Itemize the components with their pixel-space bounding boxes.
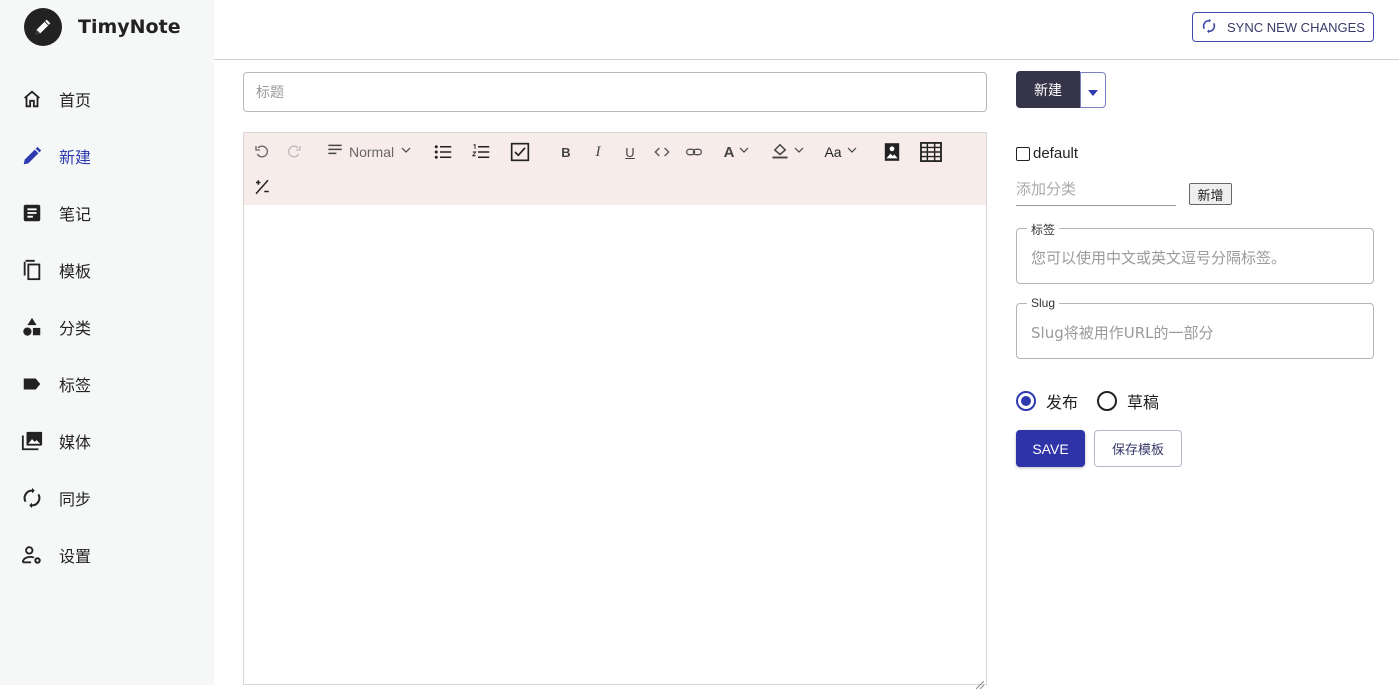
sidebar-item-new[interactable]: 新建 [0, 127, 214, 184]
redo-icon[interactable] [284, 142, 304, 162]
tags-field[interactable]: 标签 您可以使用中文或英文逗号分隔标签。 [1016, 221, 1374, 284]
sidebar-item-categories[interactable]: 分类 [0, 298, 214, 355]
top-bar: SYNC NEW CHANGES [214, 0, 1399, 60]
numbered-list-icon[interactable] [470, 142, 492, 162]
user-settings-icon [20, 543, 44, 567]
chevron-down-icon [793, 144, 805, 160]
title-placeholder: 标题 [256, 85, 284, 101]
sidebar-item-tags[interactable]: 标签 [0, 355, 214, 412]
add-category-button[interactable]: 新增 [1189, 183, 1232, 205]
tags-field-placeholder: 您可以使用中文或英文逗号分隔标签。 [1031, 249, 1287, 267]
resize-handle-icon[interactable] [975, 674, 985, 690]
sidebar-item-label: 首页 [59, 90, 92, 110]
clear-formatting-icon[interactable] [252, 177, 272, 197]
save-template-button[interactable]: 保存模板 [1094, 430, 1182, 467]
sidebar-item-label: 笔记 [59, 204, 92, 224]
checklist-icon[interactable] [509, 141, 531, 163]
chevron-down-icon [846, 144, 858, 160]
new-options-dropdown-button[interactable] [1080, 72, 1106, 108]
category-default-label: default [1033, 145, 1079, 162]
fill-color-icon [771, 141, 789, 163]
block-type-select[interactable]: Normal [327, 142, 419, 162]
chevron-down-icon [400, 144, 412, 160]
sidebar-item-sync[interactable]: 同步 [0, 469, 214, 526]
add-category-input[interactable]: 添加分类 [1016, 178, 1176, 206]
highlight-color-select[interactable] [770, 142, 806, 162]
category-default-row: default [1016, 145, 1078, 162]
paragraph-icon [327, 143, 343, 161]
font-color-icon: A [723, 143, 735, 161]
sidebar-item-label: 模板 [59, 261, 92, 281]
bullet-list-icon[interactable] [432, 142, 454, 162]
shapes-icon [20, 315, 44, 339]
sidebar-item-templates[interactable]: 模板 [0, 241, 214, 298]
sync-new-changes-button[interactable]: SYNC NEW CHANGES [1192, 12, 1374, 42]
underline-button[interactable]: U [620, 142, 640, 162]
app-logo-icon [24, 8, 62, 46]
publish-status-group: 发布 草稿 [1016, 389, 1159, 413]
save-button[interactable]: SAVE [1016, 430, 1085, 467]
home-icon [20, 87, 44, 111]
italic-button[interactable]: I [588, 142, 608, 162]
sidebar-item-label: 设置 [59, 546, 92, 566]
code-icon[interactable] [652, 142, 672, 162]
caret-down-icon [1088, 81, 1098, 100]
bold-button[interactable]: B [556, 142, 576, 162]
sidebar-item-label: 同步 [59, 489, 92, 509]
table-icon[interactable] [919, 141, 943, 163]
label-icon [20, 372, 44, 396]
sidebar-item-label: 媒体 [59, 432, 92, 452]
slug-field-placeholder: Slug将被用作URL的一部分 [1031, 324, 1214, 342]
photo-library-icon [20, 429, 44, 453]
title-input[interactable]: 标题 [243, 72, 987, 112]
sync-button-label: SYNC NEW CHANGES [1227, 19, 1365, 35]
font-size-select[interactable]: Aa [822, 142, 860, 162]
copy-icon [20, 258, 44, 282]
sync-icon [20, 486, 44, 510]
sidebar-item-label: 分类 [59, 318, 92, 338]
font-color-select[interactable]: A [720, 142, 754, 162]
publish-radio[interactable] [1016, 391, 1036, 411]
sidebar-item-settings[interactable]: 设置 [0, 526, 214, 583]
chevron-down-icon [738, 144, 750, 160]
image-icon[interactable] [882, 141, 902, 163]
publish-label: 发布 [1046, 393, 1079, 412]
add-category-placeholder: 添加分类 [1016, 180, 1077, 198]
sidebar: TimyNote 首页 新建 笔记 模板 分类 标签 媒体 同步 设置 [0, 0, 214, 685]
sidebar-item-label: 标签 [59, 375, 92, 395]
sync-icon [1201, 18, 1217, 37]
sidebar-item-label: 新建 [59, 147, 92, 167]
sidebar-item-notes[interactable]: 笔记 [0, 184, 214, 241]
slug-field-label: Slug [1027, 296, 1060, 310]
block-type-value: Normal [349, 144, 395, 160]
new-note-button[interactable]: 新建 [1016, 71, 1080, 108]
font-size-icon: Aa [824, 144, 842, 160]
sidebar-nav: 首页 新建 笔记 模板 分类 标签 媒体 同步 设置 [0, 70, 214, 583]
note-icon [20, 201, 44, 225]
editor-toolbar: Normal B I U A Aa [244, 133, 986, 205]
sidebar-item-media[interactable]: 媒体 [0, 412, 214, 469]
undo-icon[interactable] [252, 142, 272, 162]
rich-text-editor: Normal B I U A Aa [243, 132, 987, 690]
tags-field-label: 标签 [1027, 221, 1060, 238]
editor-content-area[interactable] [244, 205, 986, 690]
draft-label: 草稿 [1127, 393, 1160, 412]
link-icon[interactable] [684, 142, 704, 162]
draft-radio[interactable] [1097, 391, 1118, 411]
sidebar-item-home[interactable]: 首页 [0, 70, 214, 127]
category-default-checkbox[interactable] [1016, 146, 1030, 161]
app-name: TimyNote [78, 16, 181, 38]
brand[interactable]: TimyNote [24, 8, 181, 46]
slug-field[interactable]: Slug Slug将被用作URL的一部分 [1016, 296, 1374, 359]
pencil-icon [20, 144, 44, 168]
